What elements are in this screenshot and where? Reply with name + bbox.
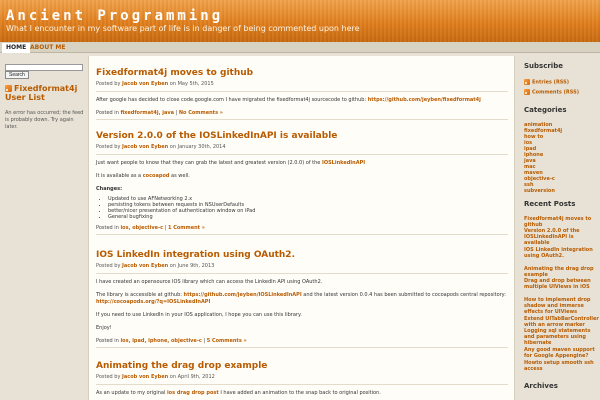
- recent-post-link[interactable]: Howto setup smooth ssh access: [524, 360, 600, 372]
- subscribe-heading: Subscribe: [524, 62, 563, 70]
- site-title[interactable]: Ancient Programming: [6, 8, 223, 24]
- cocoapods-link[interactable]: http://cocoapods.org/?q=IOSLinkedInAPI: [96, 299, 210, 305]
- recent-post-link[interactable]: Logging sql statements and parameters us…: [524, 328, 600, 346]
- post-body: As an update to my original ios drag dro…: [96, 390, 381, 396]
- drag-drop-post-link[interactable]: ios drag drop post: [167, 390, 219, 396]
- changes-list: Updated to use AFNetworking 2.x persisti…: [108, 196, 508, 220]
- author-link[interactable]: Jacob von Eyben: [122, 144, 168, 150]
- cocoapod-link[interactable]: cocoapod: [143, 173, 170, 179]
- author-link[interactable]: Jacob von Eyben: [122, 374, 168, 380]
- divider: [96, 154, 508, 155]
- left-sidebar: Search Fixedformat4j User List An error …: [0, 54, 88, 400]
- post-meta: Posted by Jacob von Eyben on May 5th, 20…: [96, 81, 214, 87]
- category-link[interactable]: subversion: [524, 188, 600, 194]
- recent-post-link[interactable]: Fixedformat4j moves to github: [524, 216, 600, 228]
- category-links[interactable]: ios, ipad, iphone, objective-c: [120, 338, 201, 344]
- divider: [96, 91, 508, 92]
- right-sidebar: Subscribe Entries (RSS) Comments (RSS) C…: [516, 54, 600, 400]
- archives-heading: Archives: [524, 382, 558, 390]
- site-description: What I encounter in my software part of …: [6, 24, 360, 33]
- post-date: May 5th, 2015: [177, 81, 214, 87]
- post-date: April 9th, 2012: [177, 374, 215, 380]
- rss-icon: [524, 89, 530, 95]
- post-title[interactable]: Animating the drag drop example: [96, 361, 508, 371]
- recent-post-link[interactable]: IOS LinkedIn integration using OAuth2.: [524, 247, 600, 259]
- post-title[interactable]: IOS LinkedIn integration using OAuth2.: [96, 250, 508, 260]
- post-body: Just want people to know that they can g…: [96, 160, 508, 220]
- nav-bar: HOME ABOUT ME: [0, 42, 600, 53]
- post: Version 2.0.0 of the IOSLinkedInAPI is a…: [96, 131, 508, 235]
- categories-heading: Categories: [524, 106, 567, 114]
- post-title[interactable]: Version 2.0.0 of the IOSLinkedInAPI is a…: [96, 131, 508, 141]
- list-item: General bugfixing: [108, 214, 508, 220]
- search-button[interactable]: Search: [5, 71, 29, 79]
- category-links[interactable]: ios, objective-c: [120, 225, 163, 231]
- main-content: Fixedformat4j moves to github Posted by …: [88, 56, 515, 400]
- site-header: Ancient Programming What I encounter in …: [0, 0, 600, 42]
- divider: [96, 384, 508, 385]
- github-link[interactable]: https://github.com/jeyben/fixedformat4j: [368, 97, 481, 103]
- post-footer: Posted in ios, ipad, iphone, objective-c…: [96, 338, 508, 348]
- post-body: I have created an opensource IOS library…: [96, 279, 506, 331]
- category-links[interactable]: fixedformat4j, java: [120, 110, 174, 116]
- library-link[interactable]: IOSLinkedInAPI: [322, 160, 365, 166]
- post-body: After google has decided to close code.g…: [96, 97, 481, 103]
- changes-heading: Changes:: [96, 186, 123, 192]
- post-meta: Posted by Jacob von Eyben on January 30t…: [96, 144, 226, 150]
- comments-link[interactable]: No Comments »: [179, 110, 223, 116]
- feed-widget-title-text: Fixedformat4j User List: [5, 84, 78, 102]
- recent-post-link[interactable]: Extend UITabBarController with an arrow …: [524, 316, 600, 328]
- author-link[interactable]: Jacob von Eyben: [122, 81, 168, 87]
- recent-post-link[interactable]: Drag and drop between multiple UIViews i…: [524, 278, 600, 290]
- recent-post-link[interactable]: How to implement drop shadow and immerse…: [524, 297, 600, 315]
- rss-icon: [5, 85, 12, 92]
- entries-rss-link[interactable]: Entries (RSS): [524, 79, 569, 86]
- feed-error-message: An error has occurred; the feed is proba…: [5, 110, 84, 130]
- github-link[interactable]: https://github.com/jeyben/IOSLinkedInAPI: [184, 292, 302, 298]
- post-footer: Posted in ios, objective-c | 1 Comment »: [96, 225, 508, 235]
- feed-widget-title[interactable]: Fixedformat4j User List: [5, 84, 87, 102]
- post: IOS LinkedIn integration using OAuth2. P…: [96, 250, 508, 348]
- post-title[interactable]: Fixedformat4j moves to github: [96, 68, 508, 78]
- comments-link[interactable]: 5 Comments »: [207, 338, 247, 344]
- post-date: January 30th, 2014: [177, 144, 226, 150]
- post-meta: Posted by Jacob von Eyben on April 9th, …: [96, 374, 215, 380]
- post: Fixedformat4j moves to github Posted by …: [96, 68, 508, 120]
- rss-icon: [524, 79, 530, 85]
- divider: [96, 273, 508, 274]
- author-link[interactable]: Jacob von Eyben: [122, 263, 168, 269]
- recent-post-link[interactable]: Any good maven support for Google Appeng…: [524, 347, 600, 359]
- comments-link[interactable]: 1 Comment »: [168, 225, 205, 231]
- post-date: June 9th, 2013: [177, 263, 215, 269]
- nav-tab-about-me[interactable]: ABOUT ME: [26, 43, 69, 53]
- post-footer: Posted in fixedformat4j, java | No Comme…: [96, 110, 508, 120]
- comments-rss-link[interactable]: Comments (RSS): [524, 89, 579, 96]
- post-meta: Posted by Jacob von Eyben on June 9th, 2…: [96, 263, 215, 269]
- recent-post-link[interactable]: Version 2.0.0 of the IOSLinkedInAPI is a…: [524, 228, 600, 246]
- search-input[interactable]: [5, 64, 83, 71]
- recent-post-link[interactable]: Animating the drag drop example: [524, 266, 600, 278]
- recent-posts-heading: Recent Posts: [524, 200, 576, 208]
- post: Animating the drag drop example Posted b…: [96, 361, 508, 400]
